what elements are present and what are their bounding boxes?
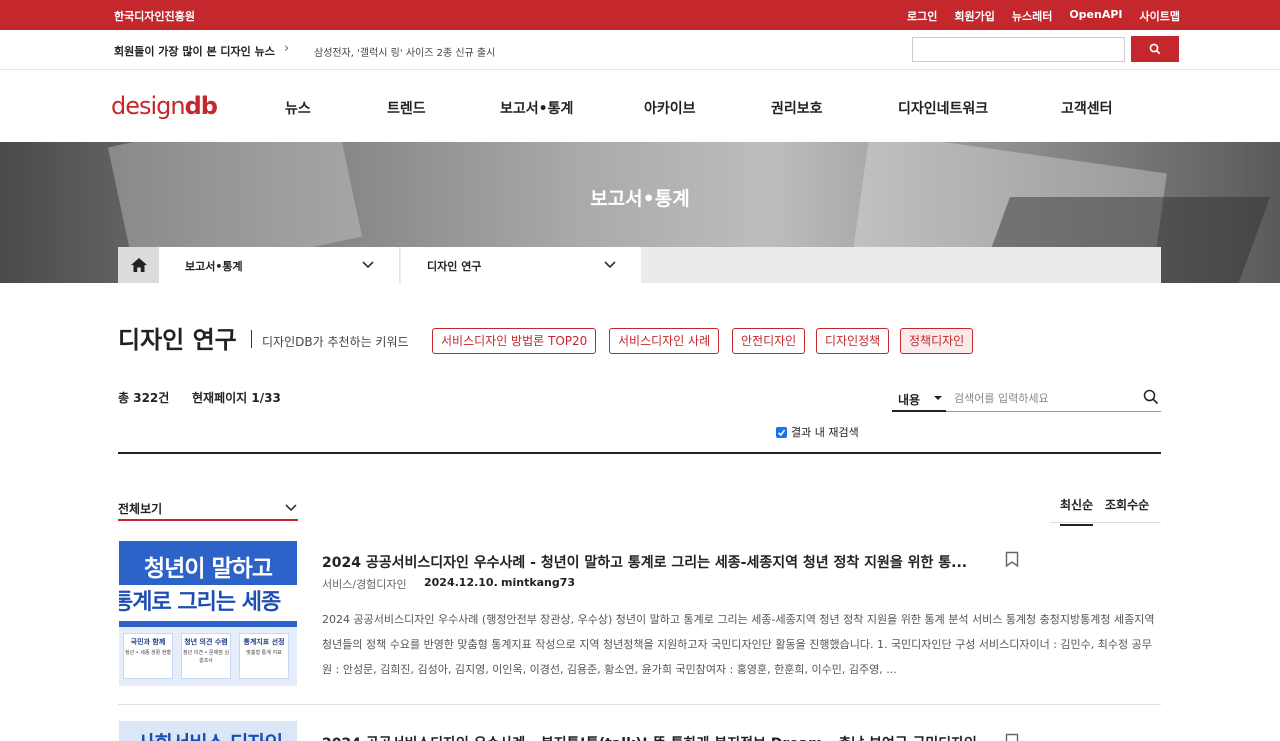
thumbnail-text: 청년이 말하고: [144, 556, 273, 582]
logo-text-design: design: [111, 92, 186, 120]
recommended-keywords-label: 디자인DB가 추천하는 키워드: [262, 335, 409, 349]
nav-design-network[interactable]: 디자인네트워크: [898, 98, 988, 118]
popular-news-label: 회원들이 가장 많이 본 디자인 뉴스: [114, 45, 275, 58]
breadcrumb-select-subcategory[interactable]: 디자인 연구: [401, 247, 641, 283]
org-brand[interactable]: 한국디자인진흥원: [114, 8, 195, 24]
thumbnail-card-title: 통계지표 선정: [240, 634, 288, 647]
main-navbar: designdb 뉴스 트렌드 보고서•통계 아카이브 권리보호 디자인네트워크…: [0, 70, 1280, 142]
bookmark-icon[interactable]: [1005, 551, 1019, 568]
article-author: mintkang73: [501, 576, 576, 589]
article-thumbnail[interactable]: 청년이 말하고 통계로 그리는 세종 국민과 함께 청년 • 세종 생활 현황 …: [119, 541, 297, 686]
hero-title: 보고서•통계: [590, 188, 690, 210]
thumbnail-card-text: 청년 의견 • 문제점 심층조사: [182, 650, 230, 664]
top-utility-bar: 한국디자인진흥원 로그인 회원가입 뉴스레터 OpenAPI 사이트맵: [0, 0, 1280, 30]
divider: [118, 704, 1161, 705]
home-button[interactable]: [118, 247, 159, 283]
sort-views[interactable]: 조회수순: [1105, 496, 1149, 524]
search-field-selected: 내용: [898, 393, 921, 407]
nav-reports[interactable]: 보고서•통계: [500, 98, 573, 118]
thumbnail-card: 청년 의견 수렴 청년 의견 • 문제점 심층조사: [181, 633, 231, 679]
list-search-input[interactable]: [946, 385, 1161, 412]
login-link[interactable]: 로그인: [907, 8, 937, 24]
checkbox-checked-icon[interactable]: [776, 426, 787, 438]
article-category: 서비스/경험디자인: [322, 578, 407, 591]
article-thumbnail[interactable]: 사회서비스 디자인: [119, 721, 297, 741]
breadcrumb-category-label: 보고서•통계: [185, 260, 243, 273]
thumbnail-card: 통계지표 선정 맞춤형 통계 지표: [239, 633, 289, 679]
site-search-button[interactable]: [1131, 36, 1179, 62]
article-summary: 2024 공공서비스디자인 우수사례 (행정안전부 장관상, 우수상) 청년이 …: [322, 613, 1155, 676]
news-ticker-bar: 회원들이 가장 많이 본 디자인 뉴스 › 삼성전자, '갤럭시 링' 사이즈 …: [0, 30, 1280, 70]
nav-rights[interactable]: 권리보호: [771, 98, 823, 118]
chevron-down-icon: [285, 504, 297, 512]
view-filter-select[interactable]: 전체보기: [118, 497, 298, 521]
nav-archive[interactable]: 아카이브: [644, 98, 696, 118]
breadcrumb-select-category[interactable]: 보고서•통계: [159, 247, 400, 283]
bookmark-icon[interactable]: [1005, 733, 1019, 741]
thumbnail-card-title: 청년 의견 수렴: [182, 634, 230, 647]
thumbnail-card-text: 청년 • 세종 생활 현황: [124, 650, 172, 656]
keyword-tag[interactable]: 서비스디자인 사례: [609, 328, 720, 354]
thumbnail-text: 통계로 그리는 세종: [119, 585, 297, 621]
nav-customer-center[interactable]: 고객센터: [1061, 98, 1113, 118]
thumbnail-card-title: 국민과 함께: [124, 634, 172, 647]
newsletter-link[interactable]: 뉴스레터: [1012, 8, 1052, 24]
keyword-tag[interactable]: 디자인정책: [816, 328, 890, 354]
chevron-right-icon[interactable]: ›: [284, 41, 289, 56]
home-icon: [130, 258, 147, 272]
designdb-logo[interactable]: designdb: [111, 92, 218, 120]
caret-down-icon: [934, 396, 942, 400]
chevron-down-icon: [604, 261, 616, 269]
article-title[interactable]: 2024 공공서비스디자인 우수사례 - 청년이 말하고 통계로 그리는 세종-…: [322, 552, 967, 572]
thumbnail-card: 국민과 함께 청년 • 세종 생활 현황: [123, 633, 173, 679]
nav-news[interactable]: 뉴스: [285, 98, 311, 118]
keyword-tag[interactable]: 정책디자인: [900, 328, 974, 354]
nav-trend[interactable]: 트렌드: [387, 98, 426, 118]
utility-links: 로그인 회원가입 뉴스레터 OpenAPI 사이트맵: [907, 8, 1180, 24]
signup-link[interactable]: 회원가입: [954, 8, 994, 24]
search-field-select[interactable]: 내용: [892, 385, 946, 412]
logo-text-db: db: [184, 92, 218, 120]
search-within-results-label: 결과 내 재검색: [791, 426, 859, 439]
sitemap-link[interactable]: 사이트맵: [1140, 8, 1180, 24]
current-page-info: 현재페이지 1/33: [192, 391, 281, 405]
popular-news-headline[interactable]: 삼성전자, '갤럭시 링' 사이즈 2종 신규 출시: [314, 44, 495, 59]
article-date: 2024.12.10.: [424, 576, 498, 589]
breadcrumb: 보고서•통계 디자인 연구: [118, 247, 1161, 283]
site-search-input[interactable]: [912, 37, 1125, 62]
keyword-tag[interactable]: 안전디자인: [732, 328, 806, 354]
article-title[interactable]: 2024 공공서비스디자인 우수사례 - 복지톡!톡(talk)! 똑 통하게 …: [322, 733, 993, 741]
page-title: 디자인 연구: [118, 326, 237, 354]
divider: [251, 330, 252, 348]
thumbnail-text: 사회서비스 디자인: [137, 727, 283, 741]
keyword-tag[interactable]: 서비스디자인 방법론 TOP20: [432, 328, 597, 354]
search-within-results[interactable]: 결과 내 재검색: [776, 424, 859, 440]
openapi-link[interactable]: OpenAPI: [1069, 8, 1122, 24]
divider: [118, 452, 1161, 454]
chevron-down-icon: [362, 261, 374, 269]
search-icon[interactable]: [1143, 389, 1159, 405]
search-icon: [1149, 43, 1161, 55]
breadcrumb-subcategory-label: 디자인 연구: [427, 260, 482, 273]
view-filter-selected: 전체보기: [118, 502, 163, 516]
sort-latest[interactable]: 최신순: [1060, 496, 1094, 526]
total-count: 총 322건: [118, 391, 170, 405]
thumbnail-card-text: 맞춤형 통계 지표: [246, 650, 282, 656]
